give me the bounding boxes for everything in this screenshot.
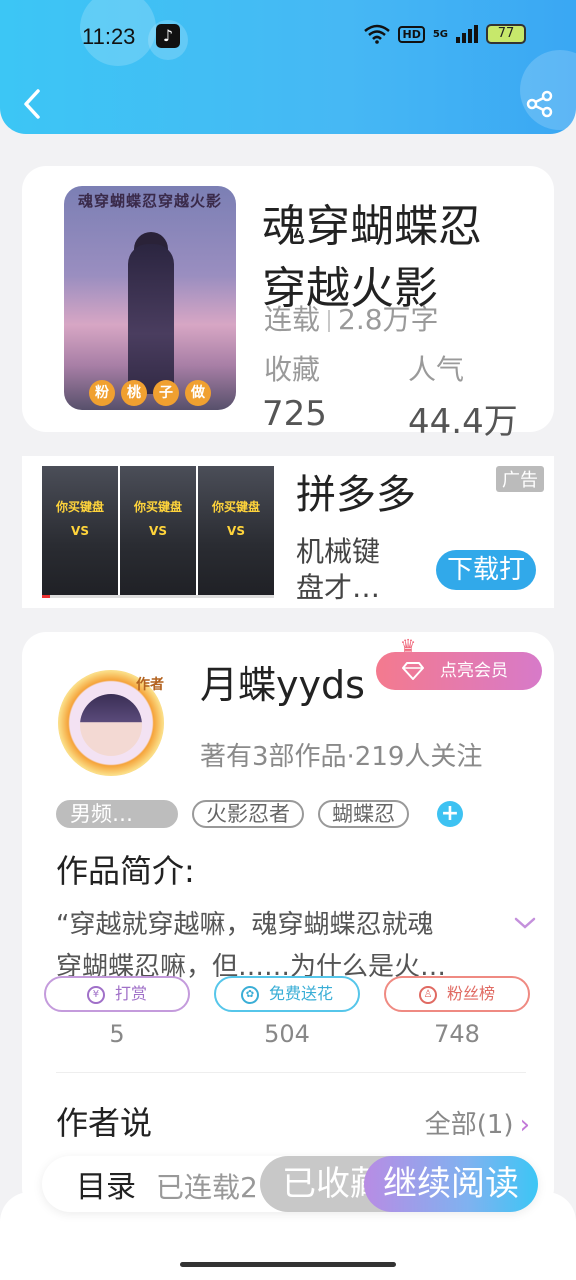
add-tag-icon[interactable]: + <box>437 801 463 827</box>
chevron-right-icon: › <box>519 1110 530 1140</box>
ad-banner[interactable]: 你买键盘 VS 你买键盘 VS 你买键盘 VS 拼多多 广告 机械键盘才… 下载打 <box>22 456 554 608</box>
hd-icon: HD <box>398 25 425 43</box>
ad-download-button[interactable]: 下载打 <box>436 550 536 590</box>
tag-chip[interactable]: 蝴蝶忍 <box>318 800 409 828</box>
network-type: 5G <box>432 28 448 40</box>
fans-rank-button[interactable]: ♙ 粉丝榜 <box>384 976 530 1012</box>
ad-description: 机械键盘才… <box>296 535 381 604</box>
word-count: 2.8万字 <box>338 303 439 336</box>
author-name[interactable]: 月蝶yyds <box>200 654 365 709</box>
divider <box>56 1072 526 1073</box>
tag-chip[interactable]: 男频… <box>56 800 178 828</box>
video-progress <box>42 595 274 598</box>
book-cover[interactable]: 魂穿蝴蝶忍穿越火影 粉 桃 子 做 <box>64 186 236 410</box>
avatar-image <box>80 694 142 756</box>
continue-reading-button[interactable]: 继续阅读 <box>364 1156 538 1212</box>
divider <box>328 310 331 332</box>
toc-button[interactable]: 目录 <box>76 1162 136 1206</box>
reward-count: 5 <box>109 1020 125 1048</box>
diamond-icon <box>402 662 424 680</box>
flower-count: 504 <box>264 1020 310 1048</box>
ad-video-thumbnail[interactable]: 你买键盘 VS 你买键盘 VS 你买键盘 VS <box>42 466 274 598</box>
status-time: 11:23 <box>82 24 136 49</box>
intro-heading: 作品简介: <box>56 852 195 890</box>
vip-label: 点亮会员 <box>440 661 508 681</box>
serial-status: 连载 <box>264 303 321 336</box>
share-icon[interactable] <box>526 90 554 118</box>
tag-list: 男频… 火影忍者 蝴蝶忍 + <box>56 800 463 828</box>
fans-count: 748 <box>434 1020 480 1048</box>
popularity-value: 44.4万 <box>408 402 518 442</box>
popularity-label: 人气 <box>408 353 465 386</box>
toc-progress: 已连载2 <box>156 1171 258 1204</box>
user-icon: ♙ <box>418 985 437 1004</box>
wifi-icon <box>364 24 391 44</box>
cover-author-band: 粉 桃 子 做 <box>70 380 230 406</box>
collect-label: 收藏 <box>264 353 321 386</box>
battery-icon: 77 <box>486 24 526 44</box>
book-status: 连载 2.8万字 <box>264 298 439 338</box>
action-row: ¥ 打赏 5 ✿ 免费送花 504 ♙ 粉丝榜 748 <box>44 976 530 1048</box>
back-icon[interactable] <box>20 88 44 120</box>
author-badge: 作者 <box>136 677 164 693</box>
intro-line: “穿越就穿越嘛，魂穿蝴蝶忍就魂 <box>56 910 434 940</box>
cover-author-char: 桃 <box>121 380 147 406</box>
fans-action: ♙ 粉丝榜 748 <box>384 976 530 1048</box>
yen-icon: ¥ <box>86 985 105 1004</box>
book-info-card: 魂穿蝴蝶忍穿越火影 粉 桃 子 做 魂穿蝴蝶忍 穿越火影 连载 2.8万字 收藏 … <box>22 166 554 442</box>
ad-app-name: 拼多多 <box>296 472 416 518</box>
flower-action: ✿ 免费送花 504 <box>214 976 360 1048</box>
collect-value: 725 <box>262 394 327 434</box>
cover-author-char: 粉 <box>89 380 115 406</box>
cover-title: 魂穿蝴蝶忍穿越火影 <box>77 192 222 210</box>
reward-button[interactable]: ¥ 打赏 <box>44 976 190 1012</box>
ad-frame: 你买键盘 VS <box>120 466 196 598</box>
cover-figure <box>128 244 174 394</box>
signal-icon <box>456 25 478 43</box>
status-icons: HD 5G 77 <box>364 24 526 44</box>
ad-tag: 广告 <box>496 466 544 492</box>
vip-button[interactable]: 点亮会员 <box>376 652 542 690</box>
home-indicator[interactable] <box>180 1262 396 1267</box>
cover-author-char: 子 <box>153 380 179 406</box>
author-meta: 著有3部作品·219人关注 <box>200 742 483 772</box>
flower-icon: ✿ <box>240 985 259 1004</box>
ad-frame: 你买键盘 VS <box>198 466 274 598</box>
avatar[interactable]: 作者 <box>42 670 188 780</box>
book-title-line1: 魂穿蝴蝶忍 <box>262 201 482 252</box>
ad-frame: 你买键盘 VS <box>42 466 118 598</box>
tiktok-icon: ♪ <box>156 24 180 48</box>
reward-action: ¥ 打赏 5 <box>44 976 190 1048</box>
send-flower-button[interactable]: ✿ 免费送花 <box>214 976 360 1012</box>
author-card: 作者 月蝶yyds ♛ 点亮会员 著有3部作品·219人关注 男频… 火影忍者 … <box>22 632 554 1212</box>
top-header: 11:23 ♪ HD 5G 77 <box>0 0 576 134</box>
tag-chip[interactable]: 火影忍者 <box>192 800 304 828</box>
author-says-all-link[interactable]: 全部(1) › <box>425 1104 530 1141</box>
reading-dock: 目录 已连载2 已收藏 继续阅读 <box>42 1156 538 1212</box>
author-says-heading: 作者说 <box>56 1104 153 1142</box>
cover-author-char: 做 <box>185 380 211 406</box>
status-bar: 11:23 ♪ HD 5G 77 <box>0 18 576 58</box>
chevron-down-icon[interactable] <box>514 916 536 930</box>
